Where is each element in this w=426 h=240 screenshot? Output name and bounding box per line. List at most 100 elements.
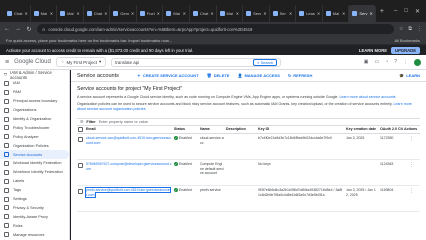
sidebar-item-identity-organization[interactable]: Identity & Organization (0, 115, 69, 124)
close-tab-icon[interactable]: ✕ (236, 11, 239, 16)
sidebar-item-policy-troubleshooter[interactable]: Policy Troubleshooter (0, 123, 69, 132)
extensions-icon[interactable]: ⧉ (408, 26, 412, 32)
avatar[interactable] (414, 58, 421, 66)
learn-button[interactable]: 🎓 LEARN (399, 73, 420, 78)
service-account-email-link[interactable]: pexth-service@quidforit-con-4519.iam.gse… (85, 187, 172, 198)
all-bookmarks[interactable]: All Bookmarks (394, 38, 420, 43)
close-tab-icon[interactable]: ✕ (210, 11, 213, 16)
more-actions-icon[interactable]: ⋮ (409, 162, 414, 168)
delete-button[interactable]: 🗑 DELETE (207, 73, 230, 78)
filter-bar[interactable]: ☰ Filter Enter property name or value (77, 117, 420, 126)
browser-tab[interactable]: Ser ✕ (270, 5, 297, 22)
browser-tab[interactable]: Chat ✕ (84, 5, 111, 22)
sidebar-item-manage-resources[interactable]: Manage resources (0, 230, 69, 239)
star-icon[interactable]: ☆ (399, 26, 403, 32)
close-window-icon[interactable]: ✕ (415, 8, 420, 15)
service-account-email-link[interactable]: cloud-service-acc@quidforit-con-4519.iam… (86, 136, 171, 145)
sidebar-item-label: Roles (13, 223, 23, 228)
close-tab-icon[interactable]: ✕ (50, 11, 53, 16)
upgrade-button[interactable]: UPGRADE (391, 46, 420, 54)
close-tab-icon[interactable]: ✕ (24, 11, 27, 16)
browser-tab[interactable]: Mai ✕ (323, 5, 350, 22)
close-tab-icon[interactable]: ✕ (342, 11, 345, 16)
console-search[interactable]: translate api ⌕ Search (111, 57, 282, 67)
browser-tab[interactable]: Chat ✕ (4, 5, 31, 22)
browser-tab[interactable]: Serv ✕ (349, 5, 376, 22)
select-all-checkbox[interactable] (78, 126, 83, 132)
browser-tab[interactable]: Leas ✕ (296, 5, 323, 22)
close-tab-icon[interactable]: ✕ (370, 11, 373, 16)
row-checkbox[interactable] (78, 189, 83, 195)
browser-tab[interactable]: Mai ✕ (163, 5, 190, 22)
column-header[interactable] (77, 125, 85, 135)
sidebar-item-organizations[interactable]: Organizations (0, 106, 69, 115)
help-icon[interactable]: ? (394, 59, 397, 66)
maximize-icon[interactable]: □ (404, 8, 408, 15)
status-text: Enabled (179, 188, 192, 193)
sidebar-item-workload-identity-federation[interactable]: Workload Identity Federation (0, 159, 69, 168)
address-bar[interactable]: ⊙ console.cloud.google.com/iam-admin/ser… (37, 24, 394, 34)
hamburger-menu-icon[interactable]: ≡ (5, 59, 9, 66)
new-tab-button[interactable]: + (376, 8, 388, 15)
minimize-icon[interactable]: – (394, 8, 397, 15)
menu-icon[interactable]: ⋮ (417, 26, 422, 32)
browser-tab[interactable]: Gem ✕ (110, 5, 137, 22)
more-actions-icon[interactable]: ⋮ (409, 136, 414, 142)
tab-favicon-icon (325, 11, 331, 16)
sidebar-item-labels[interactable]: Labels (0, 177, 69, 186)
sidebar-item-policy-analyzer[interactable]: Policy Analyzer (0, 132, 69, 141)
tab-favicon-icon (219, 11, 225, 16)
learn-more-link[interactable]: LEARN MORE (359, 48, 387, 53)
browser-tab[interactable]: Serv ✕ (243, 5, 270, 22)
back-icon[interactable]: ← (4, 26, 10, 32)
sidebar-item-service-accounts[interactable]: Service Accounts (0, 150, 69, 160)
notifications-icon[interactable]: ◔ (385, 59, 388, 66)
create-service-account-button[interactable]: ＋ CREATE SERVICE ACCOUNT (137, 73, 199, 79)
table-row[interactable]: 576969357927-compute@developer.gservicea… (77, 159, 420, 187)
close-tab-icon[interactable]: ✕ (183, 11, 186, 16)
sidebar-item-privacy-security[interactable]: Privacy & Security (0, 203, 69, 212)
sidebar-item-workforce-identity-federation[interactable]: Workforce Identity Federation (0, 168, 69, 177)
sidebar-item-roles[interactable]: Roles (0, 221, 69, 230)
table-row[interactable]: pexth-service@quidforit-con-4519.iam.gse… (77, 185, 420, 213)
close-tab-icon[interactable]: ✕ (263, 11, 266, 16)
sidebar-item-icon (4, 178, 9, 184)
service-account-email-link[interactable]: 576969357927-compute@developer.gservicea… (86, 162, 172, 171)
row-checkbox[interactable] (78, 163, 83, 169)
table-row[interactable]: cloud-service-acc@quidforit-con-4519.iam… (77, 133, 420, 161)
more-actions-icon[interactable]: ⋮ (409, 188, 414, 194)
row-checkbox[interactable] (78, 137, 83, 143)
reload-icon[interactable]: ↻ (26, 26, 32, 33)
close-tab-icon[interactable]: ✕ (289, 11, 292, 16)
sidebar-item-tags[interactable]: Tags (0, 186, 69, 195)
close-tab-icon[interactable]: ✕ (131, 11, 134, 16)
browser-tab[interactable]: Mai ✕ (31, 5, 58, 22)
filter-input[interactable]: Enter property name or value (99, 120, 148, 124)
browser-tab[interactable]: Fuel ✕ (137, 5, 164, 22)
search-button[interactable]: ⌕ Search (253, 58, 278, 66)
browser-tab[interactable]: Mai ✕ (217, 5, 244, 22)
google-cloud-logo[interactable]: Google Cloud (14, 59, 51, 65)
manage-access-button[interactable]: 👤 MANAGE ACCESS (237, 73, 279, 78)
sidebar-item-settings[interactable]: Settings (0, 195, 69, 204)
sidebar-item-principal-access-boundary[interactable]: Principal access boundary (0, 97, 69, 106)
sidebar-item-identity-aware-proxy[interactable]: Identity-Aware Proxy (0, 212, 69, 221)
sidebar-item-label: Identity & Organization (13, 117, 52, 121)
close-tab-icon[interactable]: ✕ (157, 11, 160, 16)
sidebar-item-organization-policies[interactable]: Organization Policies (0, 141, 69, 150)
settings-menu-icon[interactable]: ⋮ (403, 59, 408, 66)
sidebar-item-pam[interactable]: PAM (0, 88, 69, 97)
project-selector[interactable]: ⁘ My First Project ▾ (55, 57, 107, 67)
gift-icon[interactable]: ▣ (364, 59, 369, 66)
site-info-icon[interactable]: ⊙ (42, 27, 45, 32)
cloud-shell-icon[interactable]: ▭ (374, 59, 379, 66)
close-tab-icon[interactable]: ✕ (104, 11, 107, 16)
close-tab-icon[interactable]: ✕ (317, 11, 320, 16)
refresh-button[interactable]: ↻ REFRESH (288, 73, 312, 78)
sidebar-item-iam[interactable]: IAM (0, 79, 69, 88)
service-accounts-learn-link[interactable]: Learn more about service accounts (339, 95, 395, 99)
close-tab-icon[interactable]: ✕ (76, 11, 79, 16)
browser-tab[interactable]: Mai ✕ (57, 5, 84, 22)
forward-icon[interactable]: → (15, 26, 21, 32)
browser-tab[interactable]: Chat ✕ (190, 5, 217, 22)
